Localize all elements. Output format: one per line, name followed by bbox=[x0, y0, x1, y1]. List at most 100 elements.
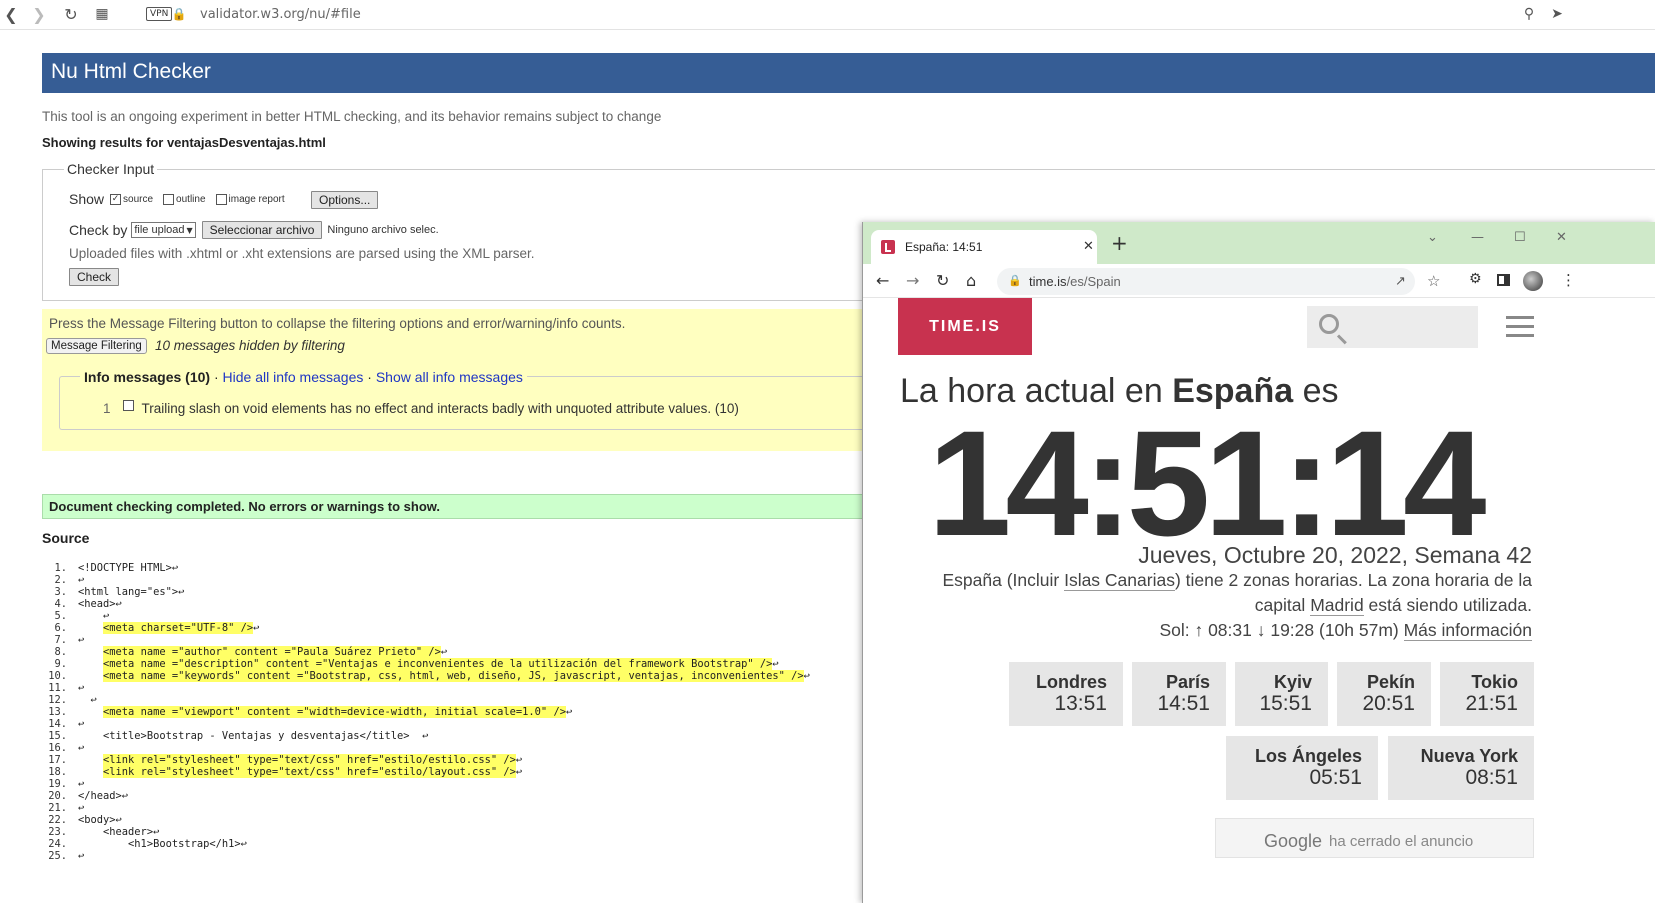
sun-info: Sol: ↑ 08:31 ↓ 19:28 (10h 57m) Más infor… bbox=[1159, 620, 1532, 641]
window-toolbar: ← → ↻ ⌂ 🔒 time.is/es/Spain ↗ ☆ ⚙ ⋮ bbox=[863, 264, 1655, 298]
omnibox-url: time.is/es/Spain bbox=[1029, 274, 1121, 289]
outline-checkbox[interactable] bbox=[163, 193, 175, 205]
checker-input-legend: Checker Input bbox=[64, 161, 158, 177]
search-icon bbox=[1319, 314, 1339, 334]
show-info-link[interactable]: Show all info messages bbox=[376, 369, 523, 385]
info-message-checkbox[interactable] bbox=[122, 400, 134, 411]
image-report-checkbox-label[interactable]: image report bbox=[229, 194, 285, 205]
menu-kebab-icon[interactable]: ⋮ bbox=[1561, 271, 1576, 289]
select-file-button[interactable]: Seleccionar archivo bbox=[201, 221, 323, 239]
ad-closed-text: ha cerrado el anuncio bbox=[1329, 833, 1474, 850]
hamburger-menu-icon[interactable] bbox=[1506, 316, 1534, 343]
source-line: 25. ↩ bbox=[45, 850, 810, 862]
share-icon[interactable]: ↗ bbox=[1395, 274, 1406, 289]
source-line-number: 8. bbox=[54, 646, 67, 658]
maximize-icon[interactable]: ☐ bbox=[1514, 230, 1526, 245]
send-icon[interactable]: ➤ bbox=[1546, 3, 1568, 25]
forward-icon[interactable]: ❯ bbox=[28, 3, 50, 25]
source-line-number: 19. bbox=[48, 778, 67, 790]
reload-icon[interactable]: ↻ bbox=[936, 271, 949, 290]
city-time: 13:51 bbox=[1054, 692, 1107, 715]
source-checkbox-label[interactable]: source bbox=[123, 194, 153, 205]
close-tab-icon[interactable]: ✕ bbox=[1083, 239, 1094, 254]
new-tab-icon[interactable]: + bbox=[1111, 233, 1128, 253]
tabs-grid-icon[interactable]: ▦ bbox=[91, 3, 113, 25]
page-subtitle: This tool is an ongoing experiment in be… bbox=[42, 109, 662, 124]
source-line-number: 14. bbox=[48, 718, 67, 730]
source-line-code: <meta name ="author" content ="Paula Suá… bbox=[78, 646, 447, 658]
lock-icon[interactable]: 🔒 bbox=[168, 3, 190, 25]
profile-avatar-icon[interactable] bbox=[1523, 271, 1543, 291]
side-panel-icon[interactable] bbox=[1497, 274, 1510, 286]
source-checkbox[interactable]: ✓ bbox=[110, 193, 122, 205]
hide-info-link[interactable]: Hide all info messages bbox=[223, 369, 364, 385]
bookmark-star-icon[interactable]: ☆ bbox=[1427, 272, 1440, 290]
source-line: 15. <title>Bootstrap - Ventajas y desven… bbox=[45, 730, 810, 742]
tab-search-chevron-icon[interactable]: ⌄ bbox=[1427, 230, 1438, 245]
check-button[interactable]: Check bbox=[69, 268, 120, 286]
source-line-number: 1. bbox=[54, 562, 67, 574]
reload-icon[interactable]: ↻ bbox=[60, 3, 82, 25]
madrid-link[interactable]: Madrid bbox=[1310, 595, 1364, 616]
city-time: 21:51 bbox=[1465, 692, 1518, 715]
city-card-london[interactable]: Londres 13:51 bbox=[1009, 662, 1123, 726]
close-window-icon[interactable]: ✕ bbox=[1556, 230, 1567, 245]
city-card-tokyo[interactable]: Tokio 21:51 bbox=[1440, 662, 1534, 726]
source-line-number: 23. bbox=[48, 826, 67, 838]
canary-islands-link[interactable]: Islas Canarias bbox=[1064, 570, 1175, 591]
line-end-marker: ↩ bbox=[515, 766, 523, 778]
city-name: Los Ángeles bbox=[1254, 746, 1362, 766]
home-icon[interactable]: ⌂ bbox=[966, 271, 976, 290]
message-filtering-button[interactable]: Message Filtering bbox=[46, 338, 147, 354]
city-name: París bbox=[1165, 672, 1210, 692]
line-end-marker: ↩ bbox=[253, 622, 260, 634]
check-by-select[interactable]: file upload ▼ bbox=[131, 222, 196, 238]
city-card-kyiv[interactable]: Kyiv 15:51 bbox=[1235, 662, 1328, 726]
source-line-code: ↩ bbox=[78, 802, 85, 814]
sun-times: Sol: ↑ 08:31 ↓ 19:28 (10h 57m) bbox=[1159, 620, 1404, 640]
tz-text: capital bbox=[1254, 595, 1311, 615]
source-line: 12. ↩ bbox=[45, 694, 810, 706]
city-name: Nueva York bbox=[1420, 746, 1518, 766]
more-info-link[interactable]: Más información bbox=[1403, 620, 1532, 641]
city-time: 14:51 bbox=[1157, 692, 1210, 715]
check-by-value: file upload bbox=[134, 224, 185, 236]
source-line: 24. <h1>Bootstrap</h1>↩ bbox=[45, 838, 810, 850]
forward-arrow-icon[interactable]: → bbox=[906, 271, 919, 290]
highlighted-code: <meta name ="viewport" content ="width=d… bbox=[103, 706, 566, 718]
legend-separator: · bbox=[367, 369, 372, 385]
city-card-paris[interactable]: París 14:51 bbox=[1132, 662, 1226, 726]
highlighted-code: <meta name ="description" content ="Vent… bbox=[103, 658, 773, 670]
source-line-number: 10. bbox=[48, 670, 67, 682]
source-line: 14. ↩ bbox=[45, 718, 810, 730]
minimize-icon[interactable]: — bbox=[1471, 230, 1484, 245]
extensions-puzzle-icon[interactable]: ⚙ bbox=[1469, 271, 1482, 287]
options-button[interactable]: Options... bbox=[311, 191, 379, 209]
lock-icon: 🔒 bbox=[1008, 274, 1022, 287]
city-time: 05:51 bbox=[1309, 766, 1362, 789]
tz-text: ) tiene 2 zonas horarias. La zona horari… bbox=[1174, 570, 1532, 590]
time-is-logo[interactable]: TIME.IS bbox=[898, 298, 1032, 355]
address-bar[interactable]: validator.w3.org/nu/#file bbox=[200, 7, 361, 22]
source-line-code: ↩ bbox=[78, 718, 85, 730]
tab-spain-time[interactable]: España: 14:51 ✕ bbox=[871, 230, 1097, 264]
source-line-code: <meta name ="description" content ="Vent… bbox=[78, 658, 779, 670]
source-line: 16. ↩ bbox=[45, 742, 810, 754]
search-box[interactable] bbox=[1307, 306, 1478, 348]
city-time: 20:51 bbox=[1362, 692, 1415, 715]
city-card-beijing[interactable]: Pekín 20:51 bbox=[1337, 662, 1431, 726]
outline-checkbox-label[interactable]: outline bbox=[176, 194, 205, 205]
city-card-new-york[interactable]: Nueva York 08:51 bbox=[1388, 736, 1534, 800]
source-line-code: <html lang="es">↩ bbox=[78, 586, 185, 598]
source-line: 9. <meta name ="description" content ="V… bbox=[45, 658, 810, 670]
image-report-checkbox[interactable] bbox=[215, 193, 227, 205]
filtering-note: Press the Message Filtering button to co… bbox=[49, 316, 626, 331]
source-line: 11. ↩ bbox=[45, 682, 810, 694]
back-arrow-icon[interactable]: ← bbox=[876, 271, 889, 290]
back-icon[interactable]: ❮ bbox=[0, 3, 22, 25]
city-card-los-angeles[interactable]: Los Ángeles 05:51 bbox=[1226, 736, 1378, 800]
source-line-code: <head>↩ bbox=[78, 598, 122, 610]
source-line-number: 12. bbox=[48, 694, 67, 706]
omnibox[interactable]: 🔒 time.is/es/Spain ↗ ☆ bbox=[997, 268, 1440, 295]
zoom-search-icon[interactable]: ⚲ bbox=[1518, 3, 1540, 25]
